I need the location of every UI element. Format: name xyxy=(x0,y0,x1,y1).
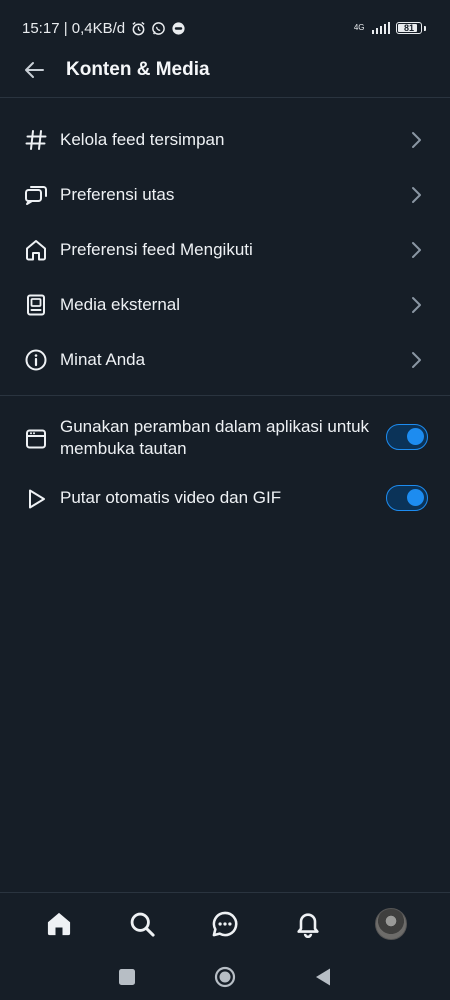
page-title: Konten & Media xyxy=(66,59,210,80)
whatsapp-icon xyxy=(152,21,165,35)
home-icon xyxy=(48,912,71,935)
chevron-right-icon xyxy=(412,241,421,258)
browser-window-icon xyxy=(24,427,48,451)
chevron-right-icon xyxy=(412,186,421,203)
battery-level: 81 xyxy=(403,23,414,33)
toggle-knob xyxy=(407,428,424,445)
chevron-right-icon xyxy=(412,131,421,148)
menu-item-your-interests[interactable]: Minat Anda xyxy=(0,332,450,387)
messenger-icon xyxy=(172,21,185,35)
section-divider xyxy=(0,395,450,396)
hashtag-icon xyxy=(24,128,48,152)
menu-item-label: Preferensi utas xyxy=(60,184,175,204)
menu-item-saved-feeds[interactable]: Kelola feed tersimpan xyxy=(0,112,450,167)
network-type: 4G xyxy=(353,23,365,32)
toggle-label: Putar otomatis video dan GIF xyxy=(60,488,282,507)
app-header: Konten & Media xyxy=(0,44,450,96)
nav-search-button[interactable] xyxy=(122,904,162,944)
home-outline-icon xyxy=(24,238,48,262)
home-circle-icon[interactable] xyxy=(214,966,236,988)
arrow-left-icon xyxy=(25,62,44,78)
toggle-row-in-app-browser: Gunakan peramban dalam aplikasi untuk me… xyxy=(0,414,450,464)
autoplay-toggle[interactable] xyxy=(386,485,428,511)
info-circle-icon xyxy=(24,348,48,372)
bell-icon xyxy=(297,912,319,938)
nav-home-button[interactable] xyxy=(39,904,79,944)
media-card-icon xyxy=(24,293,48,317)
back-button[interactable] xyxy=(20,56,48,84)
menu-item-label: Kelola feed tersimpan xyxy=(60,129,225,149)
menu-item-following-feed[interactable]: Preferensi feed Mengikuti xyxy=(0,222,450,277)
toggle-knob xyxy=(407,489,424,506)
play-icon xyxy=(24,487,48,511)
status-time: 15:17 | 0,4KB/d xyxy=(22,19,126,37)
recents-square-icon[interactable] xyxy=(118,968,136,986)
nav-profile-button[interactable] xyxy=(371,904,411,944)
avatar xyxy=(374,907,407,940)
back-triangle-icon[interactable] xyxy=(314,967,332,987)
chat-bubbles-icon xyxy=(24,183,48,207)
signal-icon xyxy=(371,22,390,34)
menu-item-external-media[interactable]: Media eksternal xyxy=(0,277,450,332)
toggle-label: Gunakan peramban dalam aplikasi untuk me… xyxy=(60,417,370,458)
menu-item-thread-preferences[interactable]: Preferensi utas xyxy=(0,167,450,222)
battery-icon: 81 xyxy=(396,22,422,34)
nav-notifications-button[interactable] xyxy=(288,904,328,944)
nav-chat-button[interactable] xyxy=(205,904,245,944)
toggle-row-autoplay: Putar otomatis video dan GIF xyxy=(0,480,450,520)
alarm-icon xyxy=(132,21,145,35)
menu-item-label: Media eksternal xyxy=(60,294,181,314)
menu-item-label: Preferensi feed Mengikuti xyxy=(60,239,253,259)
chevron-right-icon xyxy=(412,351,421,368)
chevron-right-icon xyxy=(412,296,421,313)
search-icon xyxy=(130,912,155,937)
bottom-navigation xyxy=(0,892,450,954)
system-navigation-bar xyxy=(0,954,450,1000)
header-divider xyxy=(0,97,450,98)
in-app-browser-toggle[interactable] xyxy=(386,424,428,450)
menu-item-label: Minat Anda xyxy=(60,349,146,369)
chat-icon xyxy=(212,911,238,936)
